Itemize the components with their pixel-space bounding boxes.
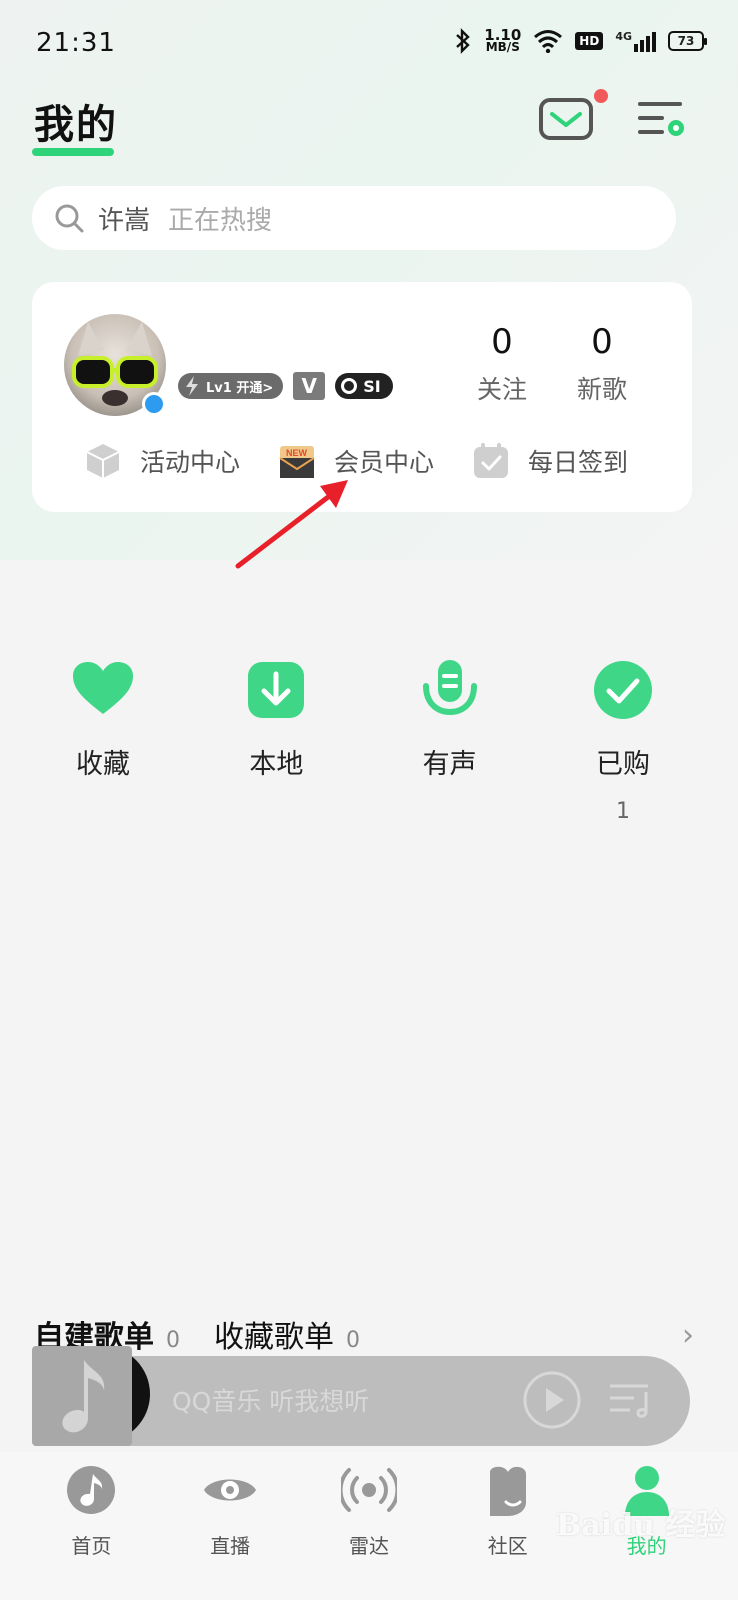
s-badge-label: SI <box>363 376 381 396</box>
feature-favorites[interactable]: 收藏 <box>28 658 178 827</box>
feature-label: 有声 <box>422 749 477 780</box>
status-time: 21:31 <box>36 28 116 58</box>
feature-audio[interactable]: 有声 <box>375 658 525 827</box>
avatar-glasses <box>72 356 158 388</box>
status-bar: 21:31 1.10 MB/S HD 4G 73 <box>0 0 738 90</box>
status-icons: 1.10 MB/S HD 4G 73 <box>454 28 707 54</box>
quick-link-label: 活动中心 <box>140 448 241 477</box>
microphone-icon <box>422 660 477 716</box>
player-track-text: QQ音乐 听我想听 <box>172 1387 370 1416</box>
search-icon <box>55 204 84 233</box>
feature-label: 收藏 <box>76 749 130 780</box>
feature-grid: 收藏 本地 有声 已购 1 <box>28 658 698 827</box>
stat-follow-label: 关注 <box>476 375 527 404</box>
feature-purchased[interactable]: 已购 1 <box>548 658 698 827</box>
play-icon[interactable] <box>522 1370 582 1430</box>
level-badge[interactable]: Lv1 开通> <box>178 373 284 399</box>
qq-badge-icon <box>142 392 166 416</box>
annotation-arrow-icon <box>235 480 348 569</box>
mail-icon[interactable] <box>538 96 594 144</box>
avatar-ears <box>78 322 152 356</box>
quick-link-label: 每日签到 <box>528 448 629 477</box>
svg-text:NEW: NEW <box>286 448 308 458</box>
tab-label: 首页 <box>71 1534 112 1558</box>
created-playlists-count: 0 <box>166 1328 180 1353</box>
stat-new-songs-label: 新歌 <box>576 375 627 404</box>
s-badge-ring-icon <box>341 378 358 394</box>
quick-link-activity-center[interactable]: 活动中心 <box>84 442 240 480</box>
tab-community[interactable]: 社区 <box>453 1462 563 1600</box>
community-icon <box>489 1466 526 1516</box>
cube-icon <box>86 444 120 478</box>
wifi-icon <box>534 30 563 53</box>
eye-icon <box>204 1479 257 1501</box>
s-badge[interactable]: SI <box>335 373 393 399</box>
search-bar[interactable]: 许嵩 正在热搜 <box>32 186 676 250</box>
feature-label: 本地 <box>249 749 304 780</box>
battery-indicator: 73 <box>668 31 707 51</box>
hd-badge: HD <box>575 32 604 50</box>
radar-icon <box>340 1468 397 1512</box>
check-icon <box>593 661 652 719</box>
baidu-watermark: Baidu 经验 <box>556 1508 726 1543</box>
collected-playlists-count: 0 <box>346 1328 360 1353</box>
network-type: 4G <box>615 30 632 43</box>
chevron-right-icon[interactable]: › <box>682 1318 694 1353</box>
download-icon <box>248 662 305 718</box>
tab-collected-playlists[interactable]: 收藏歌单 <box>214 1312 334 1356</box>
tab-home[interactable]: 首页 <box>36 1462 146 1600</box>
lightning-icon <box>186 376 198 396</box>
avatar-nose <box>102 390 128 406</box>
stat-new-songs-value: 0 <box>591 322 613 362</box>
bluetooth-icon <box>456 28 471 54</box>
music-note-icon <box>67 1466 116 1514</box>
album-cover[interactable] <box>32 1346 132 1446</box>
tab-label: 直播 <box>210 1534 251 1558</box>
profile-stats: 0 关注 0 新歌 <box>470 322 634 406</box>
feature-local[interactable]: 本地 <box>201 658 351 827</box>
notification-dot <box>594 89 608 103</box>
cellular-signal: 4G <box>615 30 656 52</box>
speed-unit: MB/S <box>485 40 520 54</box>
search-hot-term: 许嵩 <box>98 205 151 236</box>
v-badge[interactable]: V <box>293 372 326 400</box>
stat-follow[interactable]: 0 关注 <box>470 322 534 406</box>
page-title: 我的 <box>34 102 118 148</box>
calendar-check-icon <box>474 443 509 478</box>
quick-link-daily-checkin[interactable]: 每日签到 <box>472 442 628 480</box>
stat-follow-value: 0 <box>491 322 513 362</box>
badge-row: Lv1 开通> V SI <box>178 372 393 400</box>
music-note-icon <box>62 1360 105 1433</box>
title-underline <box>32 148 114 156</box>
heart-icon <box>73 662 133 714</box>
tab-radar[interactable]: 雷达 <box>314 1462 424 1600</box>
feature-count: 1 <box>615 799 630 824</box>
tab-live[interactable]: 直播 <box>175 1462 285 1600</box>
level-badge-label: Lv1 开通> <box>206 380 274 396</box>
stat-new-songs[interactable]: 0 新歌 <box>570 322 634 406</box>
network-speed: 1.10 MB/S <box>484 28 521 54</box>
tab-label: 雷达 <box>348 1534 389 1558</box>
search-hint: 正在热搜 <box>168 205 273 236</box>
tab-label: 社区 <box>487 1534 528 1558</box>
feature-label: 已购 <box>595 749 650 780</box>
settings-menu-icon[interactable] <box>636 98 688 142</box>
playlist-queue-icon[interactable] <box>608 1380 654 1420</box>
